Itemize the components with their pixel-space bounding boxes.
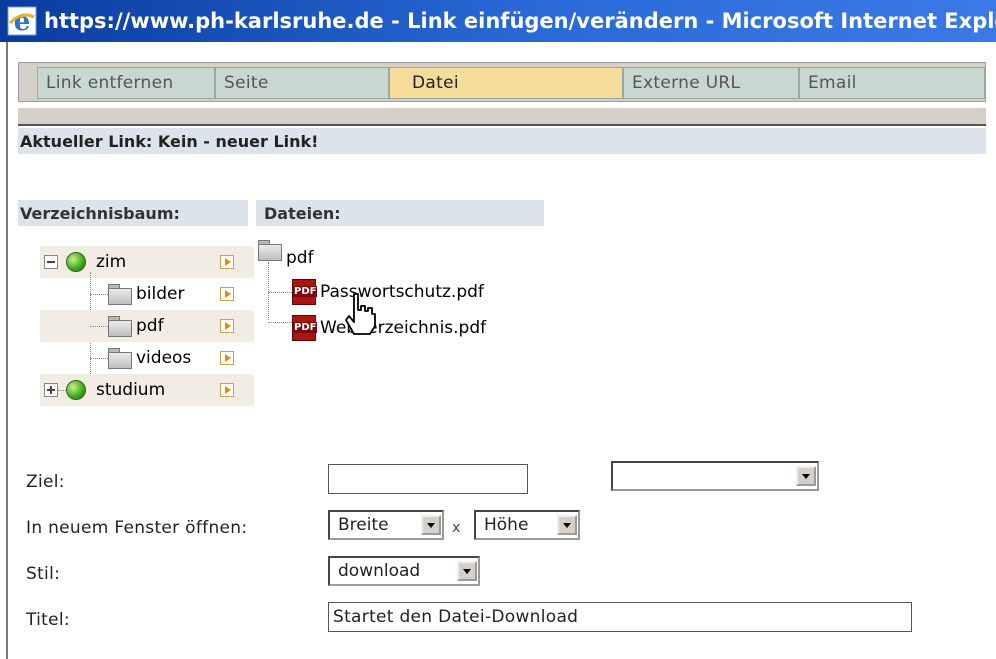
window-title: https://www.ph-karlsruhe.de - Link einfü… [44,9,996,33]
tree-item-zim[interactable]: zim [40,246,254,278]
tab-email[interactable]: Email [799,67,985,99]
tab-seite[interactable]: Seite [215,67,389,99]
tab-externe-url[interactable]: Externe URL [623,67,799,99]
current-folder-label: pdf [286,248,314,268]
file-item[interactable]: PDF Webverzeichnis.pdf [292,314,486,342]
ziel-select[interactable] [611,461,819,491]
hand-cursor-icon [345,293,376,335]
tree-connector [58,390,66,391]
files-heading: Dateien: [256,200,544,226]
tree-item-label: pdf [136,316,164,336]
toolbar-strip [18,108,986,126]
select-arrow-icon[interactable] [220,383,234,397]
select-arrow-icon[interactable] [220,351,234,365]
tree-item-videos[interactable]: videos [40,342,254,374]
directory-tree-heading: Verzeichnisbaum: [18,200,248,226]
current-link-status: Aktueller Link: Kein - neuer Link! [18,128,986,154]
internet-explorer-icon: e [6,5,38,37]
new-window-label: In neuem Fenster öffnen: [26,518,248,538]
collapse-icon[interactable] [44,255,58,269]
window-title-bar: e https://www.ph-karlsruhe.de - Link ein… [0,0,996,42]
dropdown-arrow-icon[interactable] [421,515,441,535]
tab-bar: Link entfernen Seite Datei Externe URL E… [18,62,986,102]
tree-connector [90,358,108,359]
tab-datei[interactable]: Datei [389,67,623,99]
globe-icon [66,380,86,400]
tree-item-label: studium [96,380,166,400]
tree-connector [268,322,292,323]
breite-select[interactable]: Breite [328,510,444,540]
folder-icon [108,348,132,369]
pdf-file-icon: PDF [292,279,322,305]
tree-connector [268,292,292,293]
stil-select[interactable]: download [328,556,480,586]
directory-tree: zim bilder pdf videos studium [40,246,254,406]
tree-item-label: videos [136,348,192,368]
select-arrow-icon[interactable] [220,319,234,333]
pdf-file-icon: PDF [292,315,322,341]
tree-connector [90,326,108,327]
dropdown-arrow-icon[interactable] [557,515,577,535]
tree-item-label: zim [96,252,127,272]
stil-select-value: download [338,561,421,581]
select-arrow-icon[interactable] [220,287,234,301]
globe-icon [66,252,86,272]
tree-connector [268,262,269,320]
titel-input[interactable]: Startet den Datei-Download [328,602,912,632]
file-item[interactable]: PDF Passwortschutz.pdf [292,278,484,306]
folder-icon [258,240,282,261]
tree-item-bilder[interactable]: bilder [40,272,254,374]
file-list: pdf PDF Passwortschutz.pdf PDF Webverzei… [256,236,556,346]
folder-icon [108,284,132,305]
hoehe-select[interactable]: Höhe [474,510,580,540]
tab-link-entfernen[interactable]: Link entfernen [37,67,215,99]
svg-text:e: e [14,7,31,37]
window-left-border [0,42,8,659]
titel-label: Titel: [26,610,70,630]
breite-select-value: Breite [338,515,389,535]
hoehe-select-value: Höhe [484,515,529,535]
tree-connector [90,294,108,295]
ziel-label: Ziel: [26,472,65,492]
folder-icon [108,316,132,337]
tree-item-label: bilder [136,284,185,304]
expand-icon[interactable] [44,383,58,397]
times-sign: x [452,520,461,536]
dropdown-arrow-icon[interactable] [796,466,816,486]
ziel-input[interactable] [328,464,528,494]
tree-item-studium[interactable]: studium [40,374,254,406]
stil-label: Stil: [26,564,61,584]
dropdown-arrow-icon[interactable] [457,561,477,581]
select-arrow-icon[interactable] [220,255,234,269]
tree-item-pdf[interactable]: pdf [40,310,254,342]
